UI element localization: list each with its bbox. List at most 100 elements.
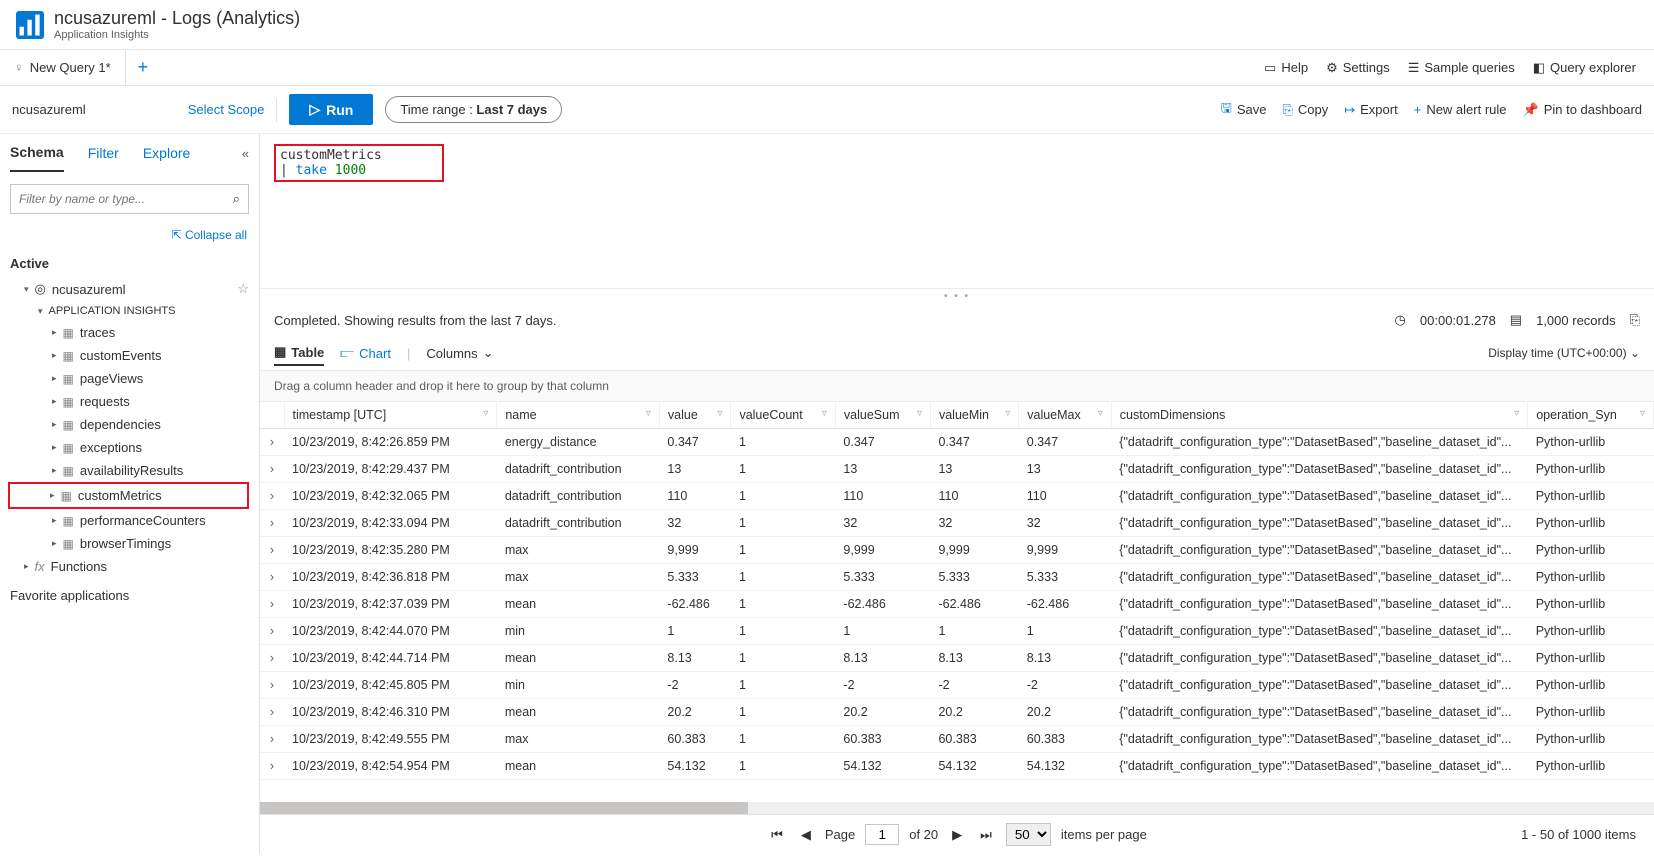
next-page-button[interactable]: ▶ — [948, 827, 966, 843]
plus-icon: + — [1414, 102, 1422, 117]
time-range-picker[interactable]: Time range : Last 7 days — [385, 96, 562, 123]
table-node-availabilityResults[interactable]: ▸▦availabilityResults — [10, 459, 249, 482]
save-button[interactable]: 🖫Save — [1221, 99, 1267, 121]
table-icon: ▦ — [63, 418, 74, 432]
last-page-button[interactable]: ⏭ — [976, 827, 996, 843]
group-by-hint[interactable]: Drag a column header and drop it here to… — [260, 370, 1654, 402]
table-row[interactable]: ›10/23/2019, 8:42:36.818 PMmax5.33315.33… — [260, 564, 1654, 591]
column-header[interactable]: valueSum▿ — [835, 402, 930, 429]
prev-page-button[interactable]: ◀ — [797, 827, 815, 843]
columns-dropdown[interactable]: Columns ⌄ — [426, 341, 493, 365]
table-row[interactable]: ›10/23/2019, 8:42:33.094 PMdatadrift_con… — [260, 510, 1654, 537]
schema-search-input[interactable] — [19, 192, 233, 206]
column-header[interactable]: value▿ — [659, 402, 731, 429]
table-row[interactable]: ›10/23/2019, 8:42:49.555 PMmax60.383160.… — [260, 726, 1654, 753]
expand-row-icon[interactable]: › — [260, 591, 284, 618]
copy-results-icon[interactable]: ⎘ — [1630, 312, 1640, 328]
expand-row-icon[interactable]: › — [260, 456, 284, 483]
table-row[interactable]: ›10/23/2019, 8:42:26.859 PMenergy_distan… — [260, 429, 1654, 456]
column-header[interactable]: customDimensions▿ — [1111, 402, 1527, 429]
filter-icon[interactable]: ▿ — [1640, 408, 1645, 419]
help-link[interactable]: ▭Help — [1264, 60, 1308, 76]
chart-view-tab[interactable]: ⫍Chart — [340, 341, 391, 365]
expand-row-icon[interactable]: › — [260, 537, 284, 564]
table-row[interactable]: ›10/23/2019, 8:42:32.065 PMdatadrift_con… — [260, 483, 1654, 510]
copy-button[interactable]: ⎘Copy — [1282, 99, 1328, 121]
query-tab-1[interactable]: ♀ New Query 1* — [0, 50, 126, 85]
table-row[interactable]: ›10/23/2019, 8:42:37.039 PMmean-62.4861-… — [260, 591, 1654, 618]
app-insights-icon — [16, 11, 44, 39]
collapse-all-link[interactable]: ⇱ Collapse all — [0, 224, 259, 246]
expand-row-icon[interactable]: › — [260, 753, 284, 780]
table-node-customMetrics[interactable]: ▸▦customMetrics — [8, 482, 249, 509]
table-node-requests[interactable]: ▸▦requests — [10, 390, 249, 413]
expand-row-icon[interactable]: › — [260, 564, 284, 591]
column-header[interactable]: timestamp [UTC]▿ — [284, 402, 497, 429]
column-header[interactable]: valueMax▿ — [1019, 402, 1112, 429]
page-size-select[interactable]: 50 — [1006, 823, 1051, 846]
query-explorer-link[interactable]: ◧Query explorer — [1533, 60, 1636, 76]
table-node-customEvents[interactable]: ▸▦customEvents — [10, 344, 249, 367]
column-header[interactable]: valueCount▿ — [731, 402, 835, 429]
settings-link[interactable]: ⚙Settings — [1326, 60, 1390, 76]
filter-tab[interactable]: Filter — [88, 135, 119, 171]
filter-icon[interactable]: ▿ — [917, 408, 922, 419]
table-node-traces[interactable]: ▸▦traces — [10, 321, 249, 344]
explore-tab[interactable]: Explore — [143, 135, 190, 171]
filter-icon[interactable]: ▿ — [717, 408, 722, 419]
table-row[interactable]: ›10/23/2019, 8:42:44.714 PMmean8.1318.13… — [260, 645, 1654, 672]
filter-icon[interactable]: ▿ — [483, 408, 488, 419]
run-button[interactable]: ▷ Run — [289, 94, 373, 125]
table-row[interactable]: ›10/23/2019, 8:42:54.954 PMmean54.132154… — [260, 753, 1654, 780]
filter-icon[interactable]: ▿ — [1098, 408, 1103, 419]
export-button[interactable]: ↦Export — [1344, 99, 1397, 121]
caret-down-icon: ▾ — [24, 284, 29, 295]
table-row[interactable]: ›10/23/2019, 8:42:35.280 PMmax9,99919,99… — [260, 537, 1654, 564]
horizontal-scrollbar[interactable] — [260, 802, 1654, 814]
new-alert-button[interactable]: +New alert rule — [1414, 99, 1507, 121]
app-insights-group[interactable]: ▾ APPLICATION INSIGHTS — [10, 301, 249, 321]
first-page-button[interactable]: ⏮ — [767, 827, 787, 843]
workspace-node[interactable]: ▾ ◎ ncusazureml ☆ — [10, 277, 249, 301]
table-node-performanceCounters[interactable]: ▸▦performanceCounters — [10, 509, 249, 532]
schema-tab[interactable]: Schema — [10, 134, 64, 172]
add-tab-button[interactable]: + — [126, 57, 161, 78]
page-input[interactable] — [865, 824, 899, 845]
expand-row-icon[interactable]: › — [260, 699, 284, 726]
resize-handle[interactable]: • • • — [260, 289, 1654, 304]
table-node-exceptions[interactable]: ▸▦exceptions — [10, 436, 249, 459]
query-text-highlight: customMetrics | take 1000 — [274, 144, 444, 182]
favorite-star-icon[interactable]: ☆ — [237, 281, 249, 297]
table-view-tab[interactable]: ▦Table — [274, 340, 324, 366]
filter-icon[interactable]: ▿ — [646, 408, 651, 419]
table-node-browserTimings[interactable]: ▸▦browserTimings — [10, 532, 249, 555]
collapse-sidebar-icon[interactable]: « — [242, 146, 249, 161]
column-header[interactable]: valueMin▿ — [930, 402, 1018, 429]
expand-row-icon[interactable]: › — [260, 645, 284, 672]
filter-icon[interactable]: ▿ — [822, 408, 827, 419]
pin-button[interactable]: 📌Pin to dashboard — [1523, 99, 1642, 121]
table-row[interactable]: ›10/23/2019, 8:42:44.070 PMmin11111{"dat… — [260, 618, 1654, 645]
expand-row-icon[interactable]: › — [260, 726, 284, 753]
pagination: ⏮ ◀ Page of 20 ▶ ⏭ 50 items per page 1 -… — [260, 814, 1654, 854]
filter-icon[interactable]: ▿ — [1005, 408, 1010, 419]
table-row[interactable]: ›10/23/2019, 8:42:45.805 PMmin-21-2-2-2{… — [260, 672, 1654, 699]
expand-row-icon[interactable]: › — [260, 672, 284, 699]
schema-search[interactable]: ⌕ — [10, 184, 249, 214]
column-header[interactable]: operation_Syn▿ — [1528, 402, 1654, 429]
table-row[interactable]: ›10/23/2019, 8:42:29.437 PMdatadrift_con… — [260, 456, 1654, 483]
column-header[interactable]: name▿ — [497, 402, 660, 429]
expand-row-icon[interactable]: › — [260, 429, 284, 456]
expand-row-icon[interactable]: › — [260, 483, 284, 510]
table-node-pageViews[interactable]: ▸▦pageViews — [10, 367, 249, 390]
display-time-dropdown[interactable]: Display time (UTC+00:00) ⌄ — [1488, 346, 1640, 360]
query-editor[interactable]: customMetrics | take 1000 — [260, 134, 1654, 289]
filter-icon[interactable]: ▿ — [1514, 408, 1519, 419]
select-scope-link[interactable]: Select Scope — [188, 102, 265, 117]
expand-row-icon[interactable]: › — [260, 510, 284, 537]
sample-queries-link[interactable]: ☰Sample queries — [1408, 60, 1515, 76]
table-row[interactable]: ›10/23/2019, 8:42:46.310 PMmean20.2120.2… — [260, 699, 1654, 726]
table-node-dependencies[interactable]: ▸▦dependencies — [10, 413, 249, 436]
functions-node[interactable]: ▸ fx Functions — [10, 555, 249, 578]
expand-row-icon[interactable]: › — [260, 618, 284, 645]
